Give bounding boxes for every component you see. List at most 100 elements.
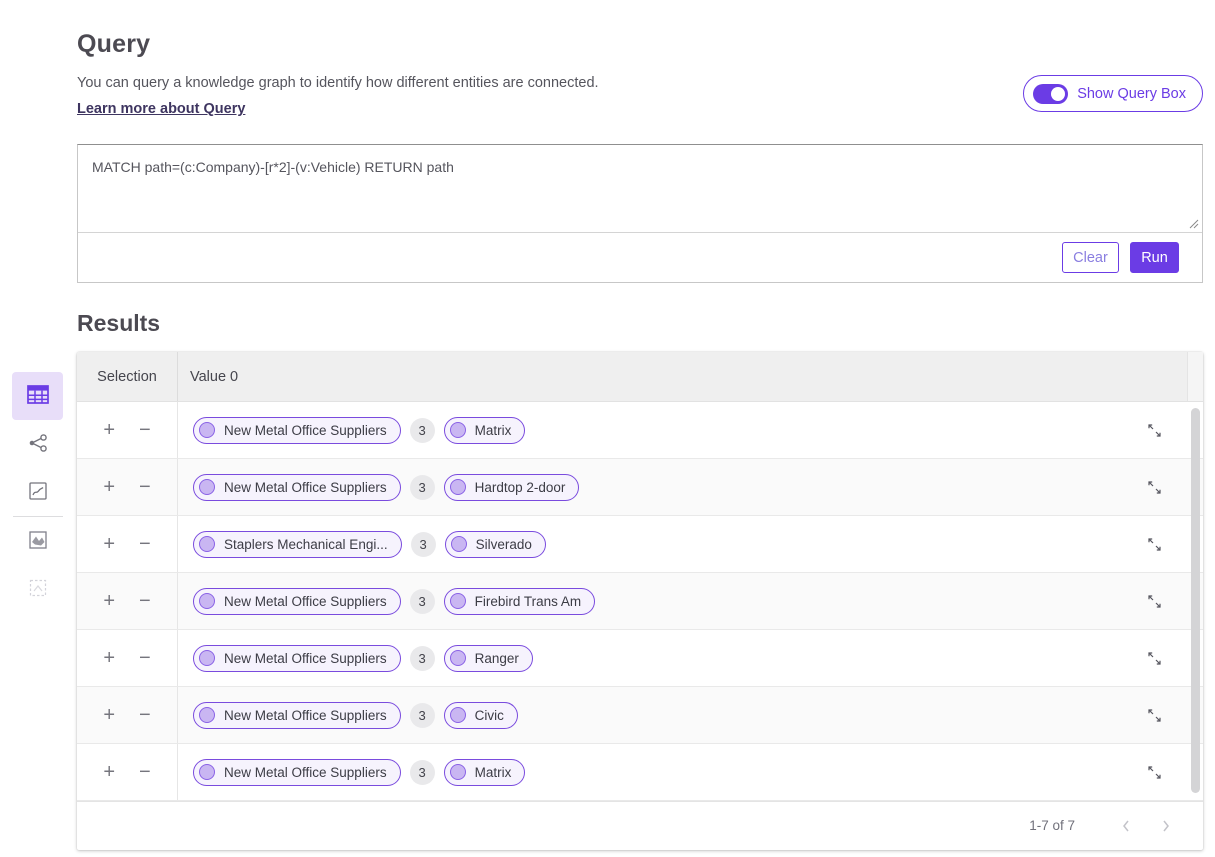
minus-icon[interactable]: − (137, 591, 153, 611)
expand-diagonal-icon[interactable] (1121, 573, 1187, 629)
chevron-left-icon[interactable] (1113, 815, 1139, 837)
entity-label: New Metal Office Suppliers (224, 594, 387, 609)
plus-icon[interactable]: + (101, 591, 117, 611)
plus-icon[interactable]: + (101, 762, 117, 782)
entity-pill-source[interactable]: New Metal Office Suppliers (193, 702, 401, 729)
entity-pill-source[interactable]: Staplers Mechanical Engi... (193, 531, 402, 558)
hop-count-badge: 3 (410, 589, 435, 614)
minus-icon[interactable]: − (137, 477, 153, 497)
hop-count-badge: 3 (410, 760, 435, 785)
entity-pill-source[interactable]: New Metal Office Suppliers (193, 474, 401, 501)
clear-button[interactable]: Clear (1062, 242, 1119, 273)
plus-icon[interactable]: + (101, 420, 117, 440)
pagination-range: 1-7 of 7 (1029, 818, 1075, 833)
intro-text: You can query a knowledge graph to ident… (77, 75, 599, 118)
toggle-label: Show Query Box (1077, 86, 1186, 102)
table-row: + − New Metal Office Suppliers 3 Hardtop… (77, 459, 1203, 516)
entity-pill-source[interactable]: New Metal Office Suppliers (193, 645, 401, 672)
vertex-dot-icon (199, 479, 215, 495)
plus-icon[interactable]: + (101, 534, 117, 554)
vertical-scrollbar-thumb[interactable] (1191, 408, 1200, 793)
entity-pill-source[interactable]: New Metal Office Suppliers (193, 588, 401, 615)
result-view-switcher (12, 372, 63, 613)
value-cell: New Metal Office Suppliers 3 Matrix (178, 744, 1121, 800)
resize-grip-icon[interactable] (1188, 218, 1199, 229)
selection-cell: + − (77, 630, 178, 686)
query-page: Query You can query a knowledge graph to… (0, 0, 1215, 857)
entity-pill-source[interactable]: New Metal Office Suppliers (193, 759, 401, 786)
entity-pill-target[interactable]: Matrix (444, 759, 526, 786)
vertex-dot-icon (450, 593, 466, 609)
hop-count-badge: 3 (410, 703, 435, 728)
query-input[interactable]: MATCH path=(c:Company)-[r*2]-(v:Vehicle)… (78, 145, 1202, 232)
intro-row: You can query a knowledge graph to ident… (77, 75, 1203, 118)
view-map-button[interactable] (12, 517, 63, 565)
vertex-dot-icon (199, 593, 215, 609)
entity-pill-target[interactable]: Firebird Trans Am (444, 588, 596, 615)
vertex-dot-icon (450, 707, 466, 723)
selection-cell: + − (77, 516, 178, 572)
column-header-value0: Value 0 (178, 352, 1187, 401)
show-query-box-toggle[interactable]: Show Query Box (1023, 75, 1203, 112)
pagination-bar: 1-7 of 7 (77, 801, 1203, 849)
scrollbar-header-strip (1187, 352, 1203, 401)
custom-view-icon (28, 578, 48, 601)
expand-diagonal-icon[interactable] (1121, 459, 1187, 515)
vertex-dot-icon (199, 764, 215, 780)
vertex-dot-icon (450, 422, 466, 438)
selection-cell: + − (77, 687, 178, 743)
plus-icon[interactable]: + (101, 648, 117, 668)
run-button[interactable]: Run (1130, 242, 1179, 273)
view-graph-button[interactable] (12, 420, 63, 468)
value-cell: New Metal Office Suppliers 3 Hardtop 2-d… (178, 459, 1121, 515)
vertex-dot-icon (450, 479, 466, 495)
hop-count-badge: 3 (410, 418, 435, 443)
view-table-button[interactable] (12, 372, 63, 420)
entity-pill-source[interactable]: New Metal Office Suppliers (193, 417, 401, 444)
expand-diagonal-icon[interactable] (1121, 744, 1187, 800)
table-row: + − New Metal Office Suppliers 3 Firebir… (77, 573, 1203, 630)
minus-icon[interactable]: − (137, 420, 153, 440)
view-chart-button[interactable] (12, 468, 63, 516)
minus-icon[interactable]: − (137, 705, 153, 725)
table-row: + − New Metal Office Suppliers 3 Civic (77, 687, 1203, 744)
selection-cell: + − (77, 744, 178, 800)
entity-label: Ranger (475, 651, 519, 666)
expand-diagonal-icon[interactable] (1121, 630, 1187, 686)
table-row: + − New Metal Office Suppliers 3 Matrix (77, 744, 1203, 801)
plus-icon[interactable]: + (101, 477, 117, 497)
results-title: Results (77, 310, 1203, 337)
learn-more-link[interactable]: Learn more about Query (77, 101, 245, 117)
table-body: + − New Metal Office Suppliers 3 Matrix … (77, 402, 1203, 801)
graph-view-icon (27, 432, 49, 457)
entity-label: New Metal Office Suppliers (224, 423, 387, 438)
minus-icon[interactable]: − (137, 762, 153, 782)
entity-label: Silverado (476, 537, 532, 552)
expand-diagonal-icon[interactable] (1121, 687, 1187, 743)
entity-pill-target[interactable]: Civic (444, 702, 518, 729)
minus-icon[interactable]: − (137, 648, 153, 668)
expand-diagonal-icon[interactable] (1121, 402, 1187, 458)
selection-cell: + − (77, 573, 178, 629)
entity-pill-target[interactable]: Ranger (444, 645, 533, 672)
page-title: Query (77, 30, 1203, 59)
entity-pill-target[interactable]: Silverado (445, 531, 546, 558)
entity-label: New Metal Office Suppliers (224, 765, 387, 780)
hop-count-badge: 3 (410, 646, 435, 671)
table-row: + − New Metal Office Suppliers 3 Matrix (77, 402, 1203, 459)
minus-icon[interactable]: − (137, 534, 153, 554)
view-custom-button[interactable] (12, 565, 63, 613)
entity-label: New Metal Office Suppliers (224, 480, 387, 495)
entity-pill-target[interactable]: Hardtop 2-door (444, 474, 580, 501)
expand-diagonal-icon[interactable] (1121, 516, 1187, 572)
vertex-dot-icon (450, 764, 466, 780)
map-view-icon (28, 530, 48, 553)
table-row: + − Staplers Mechanical Engi... 3 Silver… (77, 516, 1203, 573)
entity-pill-target[interactable]: Matrix (444, 417, 526, 444)
chart-view-icon (28, 481, 48, 504)
results-table: Selection Value 0 + − New Metal Office S… (77, 352, 1203, 850)
table-view-icon (27, 385, 49, 407)
chevron-right-icon[interactable] (1153, 815, 1179, 837)
toggle-switch[interactable] (1033, 84, 1068, 104)
plus-icon[interactable]: + (101, 705, 117, 725)
